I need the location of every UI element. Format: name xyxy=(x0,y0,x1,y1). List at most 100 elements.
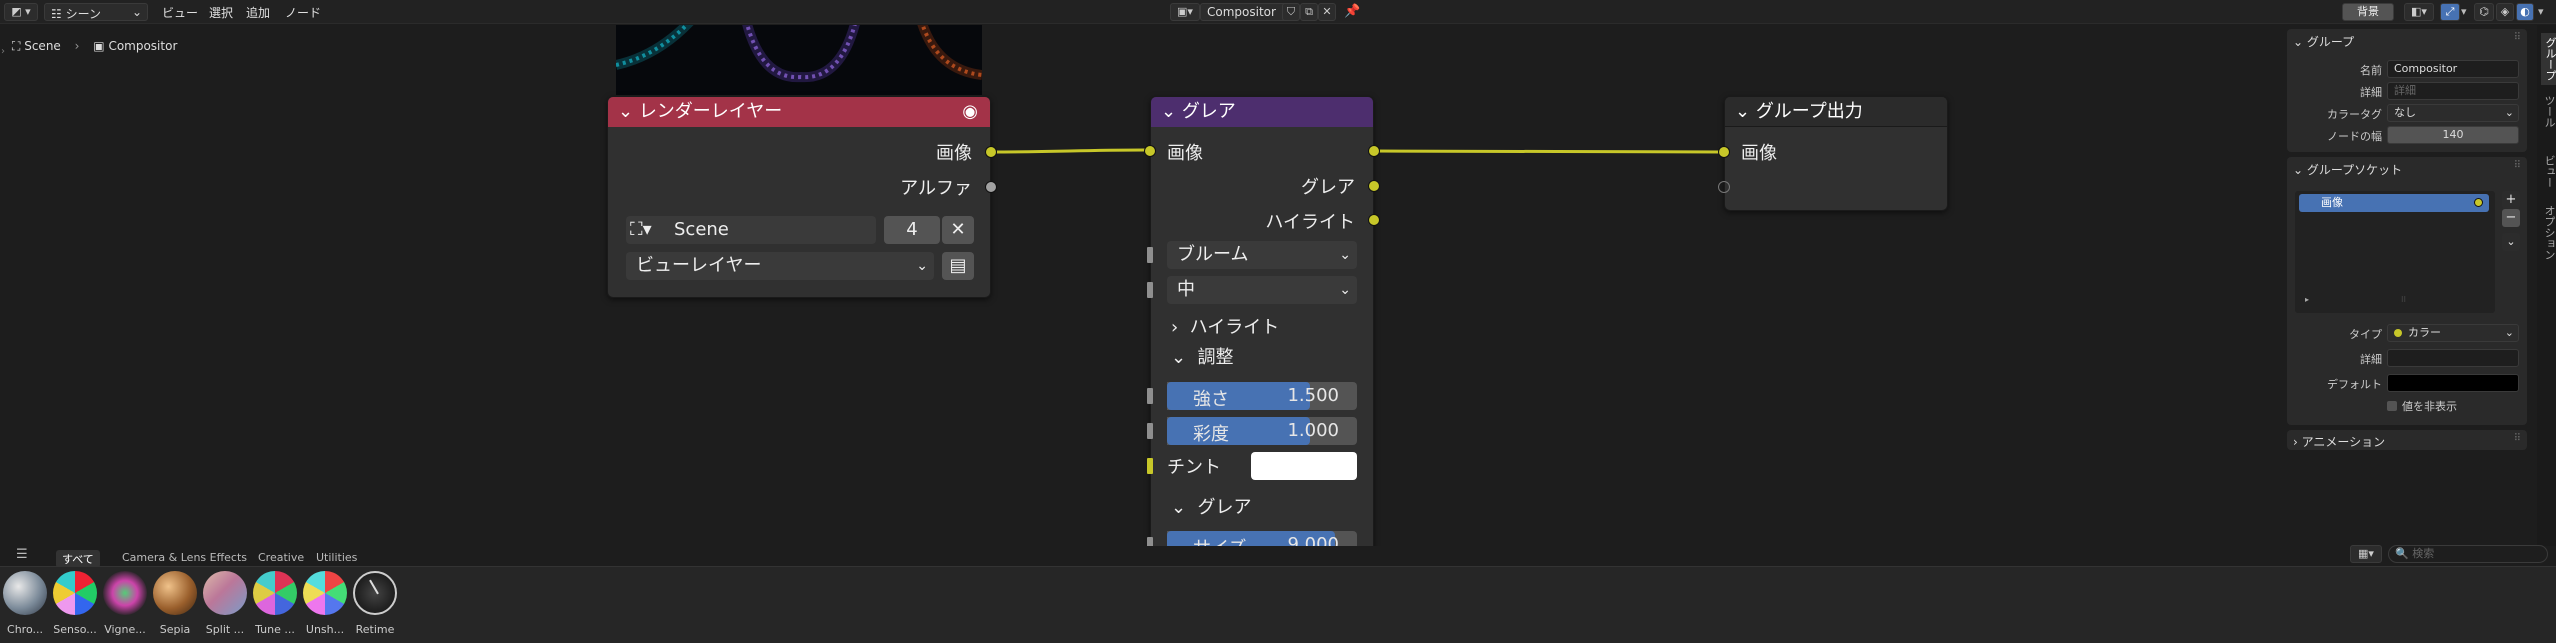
socket-specials-icon[interactable]: ⌄ xyxy=(2502,233,2520,251)
shelf-tab-creative[interactable]: Creative xyxy=(252,550,310,565)
shelf-tab-camera-lens[interactable]: Camera & Lens Effects xyxy=(116,550,253,565)
group-output-socket-empty[interactable] xyxy=(1718,181,1730,193)
glare-type-dropdown[interactable]: ブルーム ⌄ xyxy=(1167,241,1357,269)
group-output-socket-image[interactable] xyxy=(1718,146,1730,158)
saturation-slider[interactable]: 彩度 1.000 xyxy=(1167,417,1357,445)
socket-input-tint[interactable] xyxy=(1147,458,1153,474)
socket-type-dropdown[interactable]: カラー ⌄ xyxy=(2387,324,2519,342)
adjust-panel-header[interactable]: ⌄ 調整 xyxy=(1171,343,1234,369)
socket-description-field[interactable] xyxy=(2387,349,2519,367)
clock-hand-icon xyxy=(369,579,379,595)
socket-output-glare[interactable] xyxy=(1368,145,1380,157)
node-header[interactable]: ⌄ グループ出力 xyxy=(1725,97,1947,127)
output-label-glare: グレア xyxy=(1301,177,1355,198)
hidden-socket-quality[interactable] xyxy=(1147,282,1153,298)
chevron-down-icon: ⌄ xyxy=(916,258,928,274)
tint-label: チント xyxy=(1167,457,1221,478)
scene-selector[interactable]: ⛶▾ Scene xyxy=(626,216,876,244)
color-socket-icon xyxy=(2474,198,2483,207)
shelf-tab-utilities[interactable]: Utilities xyxy=(310,550,363,565)
color-tag-dropdown[interactable]: なし ⌄ xyxy=(2387,104,2519,122)
node-header[interactable]: ⌄ グレア xyxy=(1151,97,1373,127)
chevron-down-icon: ⌄ xyxy=(1171,497,1198,518)
remove-socket-icon[interactable]: − xyxy=(2502,209,2520,227)
link-image-to-glare xyxy=(990,148,1151,154)
socket-output-image[interactable] xyxy=(985,146,997,158)
socket-output-extra[interactable] xyxy=(1368,214,1380,226)
input-label-image: 画像 xyxy=(1741,143,1777,164)
group-panel: ⌄ グループ ⠿ 名前 Compositor 詳細 詳細 カラータグ なし ⌄ … xyxy=(2287,29,2527,152)
node-width-field[interactable]: 140 xyxy=(2387,126,2519,144)
chevron-down-icon: ⌄ xyxy=(2293,163,2307,177)
asset-thumb-retime[interactable] xyxy=(353,571,397,615)
hide-value-checkbox[interactable] xyxy=(2387,401,2397,411)
render-layers-node[interactable]: ⌄ レンダーレイヤー ◉ 画像 アルファ ⛶▾ Scene 4 ✕ ビューレイヤ… xyxy=(607,96,991,298)
drag-handle-icon[interactable]: ⠿ xyxy=(2514,433,2521,444)
group-panel-header[interactable]: ⌄ グループ xyxy=(2293,33,2354,50)
resize-handle-icon[interactable]: ⁝⁝ xyxy=(2401,295,2406,304)
collapse-chevron-icon[interactable]: ⌄ xyxy=(618,101,639,122)
hamburger-menu-icon[interactable]: ☰ xyxy=(16,547,28,562)
socket-input-image[interactable] xyxy=(1144,145,1156,157)
input-label-image: 画像 xyxy=(1167,143,1203,164)
add-socket-icon[interactable]: + xyxy=(2502,191,2520,209)
asset-label: Vigne... xyxy=(104,623,146,636)
socket-output-highlights[interactable] xyxy=(1368,180,1380,192)
drag-handle-icon[interactable]: ⠿ xyxy=(2514,32,2521,43)
hidden-socket-strength[interactable] xyxy=(1147,388,1153,404)
link-glare-to-output xyxy=(1373,149,1725,154)
eye-icon[interactable]: ◉ xyxy=(962,97,978,127)
chevron-down-icon: ⌄ xyxy=(2504,106,2514,119)
collapse-chevron-icon[interactable]: ⌄ xyxy=(1735,101,1756,122)
socket-output-alpha[interactable] xyxy=(985,181,997,193)
glare-node[interactable]: ⌄ グレア 画像 グレア ハイライト ブルーム ⌄ 中 ⌄ › ハイライト ⌄ … xyxy=(1150,96,1374,566)
hidden-socket-saturation[interactable] xyxy=(1147,423,1153,439)
asset-label: Sepia xyxy=(159,623,191,636)
glare-panel-header[interactable]: ⌄ グレア xyxy=(1171,493,1252,519)
asset-thumb-split-toning[interactable] xyxy=(203,571,247,615)
group-name-field[interactable]: Compositor xyxy=(2387,60,2519,78)
tab-options[interactable]: オプション xyxy=(2541,205,2556,260)
tint-color-swatch[interactable] xyxy=(1251,452,1357,480)
asset-shelf-header xyxy=(0,546,2556,566)
hidden-socket-type[interactable] xyxy=(1147,247,1153,263)
socket-list-item[interactable]: 画像 xyxy=(2299,194,2489,212)
group-sockets-panel-header[interactable]: ⌄ グループソケット xyxy=(2293,161,2402,178)
tab-group[interactable]: グループ xyxy=(2541,33,2556,85)
highlights-panel-header[interactable]: › ハイライト xyxy=(1171,313,1279,339)
asset-label: Tune ... xyxy=(255,623,295,636)
scene-users-count[interactable]: 4 xyxy=(884,216,940,244)
asset-thumb-sepia[interactable] xyxy=(153,571,197,615)
animation-panel[interactable]: › アニメーション ⠿ xyxy=(2287,430,2527,450)
default-color-swatch[interactable] xyxy=(2387,374,2519,392)
chevron-down-icon: ⌄ xyxy=(2504,326,2514,339)
asset-thumb-vignette[interactable] xyxy=(103,571,147,615)
expand-triangle-icon[interactable]: ▸ xyxy=(2305,295,2309,304)
asset-thumb-tune[interactable] xyxy=(253,571,297,615)
chevron-right-icon: › xyxy=(2293,435,2302,449)
tab-tool[interactable]: ツール xyxy=(2541,95,2556,128)
chevron-right-icon: › xyxy=(1171,317,1190,338)
group-description-field[interactable]: 詳細 xyxy=(2387,82,2519,100)
shelf-search-input[interactable]: 🔍 検索 xyxy=(2388,545,2548,563)
tab-view[interactable]: ビュー xyxy=(2541,155,2556,188)
drag-handle-icon[interactable]: ⠿ xyxy=(2514,160,2521,171)
strength-slider[interactable]: 強さ 1.500 xyxy=(1167,382,1357,410)
color-socket-icon xyxy=(2394,329,2402,337)
search-icon: 🔍 xyxy=(2395,547,2409,560)
output-label-highlights: ハイライト xyxy=(1265,212,1355,233)
unlink-scene-icon[interactable]: ✕ xyxy=(942,216,974,244)
chevron-down-icon: ⌄ xyxy=(2293,35,2307,49)
quality-dropdown[interactable]: 中 ⌄ xyxy=(1167,276,1357,304)
socket-list[interactable]: 画像 ▸ ⁝⁝ xyxy=(2295,191,2495,313)
collapse-chevron-icon[interactable]: ⌄ xyxy=(1161,101,1182,122)
view-layer-dropdown[interactable]: ビューレイヤー ⌄ xyxy=(626,252,934,280)
group-sockets-panel: ⌄ グループソケット ⠿ 画像 ▸ ⁝⁝ + − ⌄ タイプ カラー ⌄ 詳細 … xyxy=(2287,157,2527,425)
asset-thumb-sensor[interactable] xyxy=(53,571,97,615)
display-mode-icon[interactable]: ▦▾ xyxy=(2350,545,2382,563)
asset-thumb-unsharp[interactable] xyxy=(303,571,347,615)
node-header[interactable]: ⌄ レンダーレイヤー ◉ xyxy=(608,97,990,127)
render-layer-icon[interactable]: ▤ xyxy=(942,252,974,280)
asset-thumb-chromatic[interactable] xyxy=(3,571,47,615)
group-output-node[interactable]: ⌄ グループ出力 画像 xyxy=(1724,96,1948,211)
